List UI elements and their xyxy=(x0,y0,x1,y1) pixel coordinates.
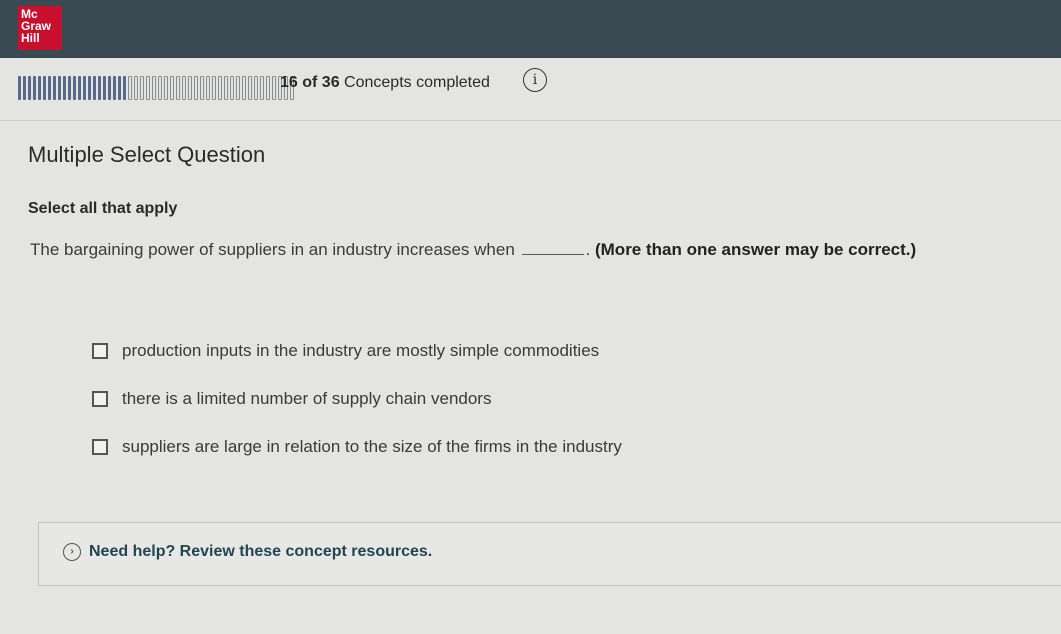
prompt-text: The bargaining power of suppliers in an … xyxy=(30,240,515,259)
progress-segment xyxy=(108,76,111,100)
option-checkbox[interactable] xyxy=(92,439,108,455)
progress-segment xyxy=(93,76,96,100)
mcgraw-hill-logo: Mc Graw Hill xyxy=(18,6,62,50)
progress-segment xyxy=(218,76,222,100)
option-checkbox[interactable] xyxy=(92,343,108,359)
progress-segment xyxy=(224,76,228,100)
progress-segment xyxy=(272,76,276,100)
progress-segment xyxy=(212,76,216,100)
progress-row: 16 of 36 Concepts completed i xyxy=(0,58,1061,121)
progress-segment xyxy=(230,76,234,100)
answer-option[interactable]: suppliers are large in relation to the s… xyxy=(92,437,622,457)
progress-segment xyxy=(128,76,132,100)
progress-segment xyxy=(98,76,101,100)
progress-segment xyxy=(254,76,258,100)
progress-segment xyxy=(248,76,252,100)
progress-segment xyxy=(38,76,41,100)
chevron-right-circle-icon: › xyxy=(63,543,81,561)
progress-segment xyxy=(83,76,86,100)
progress-segment xyxy=(260,76,264,100)
prompt-end: . xyxy=(585,240,591,259)
progress-segment xyxy=(78,76,81,100)
progress-segment xyxy=(140,76,144,100)
progress-segment xyxy=(28,76,31,100)
progress-segment xyxy=(158,76,162,100)
progress-segment xyxy=(118,76,121,100)
progress-suffix: Concepts completed xyxy=(344,74,490,91)
help-link[interactable]: › Need help? Review these concept resour… xyxy=(63,543,432,561)
progress-segment xyxy=(200,76,204,100)
progress-segment xyxy=(58,76,61,100)
progress-segment xyxy=(206,76,210,100)
answer-option[interactable]: production inputs in the industry are mo… xyxy=(92,341,599,361)
progress-segment xyxy=(188,76,192,100)
progress-segment xyxy=(242,76,246,100)
progress-segment xyxy=(103,76,106,100)
question-type-title: Multiple Select Question xyxy=(28,142,266,167)
help-panel: › Need help? Review these concept resour… xyxy=(38,522,1061,586)
logo-line: Hill xyxy=(21,31,40,45)
info-icon[interactable]: i xyxy=(523,68,547,92)
progress-segment xyxy=(43,76,46,100)
option-label[interactable]: production inputs in the industry are mo… xyxy=(122,341,599,361)
progress-segment xyxy=(194,76,198,100)
progress-text: 16 of 36 Concepts completed xyxy=(280,74,490,92)
progress-segment xyxy=(146,76,150,100)
progress-segment xyxy=(33,76,36,100)
top-bar: Mc Graw Hill xyxy=(0,0,1061,58)
prompt-note: (More than one answer may be correct.) xyxy=(594,240,917,259)
progress-segment xyxy=(236,76,240,100)
answer-blank xyxy=(521,254,584,255)
progress-segment xyxy=(18,76,21,100)
progress-segment xyxy=(266,76,270,100)
progress-segment xyxy=(23,76,26,100)
progress-segment xyxy=(63,76,66,100)
option-checkbox[interactable] xyxy=(92,391,108,407)
question-instruction: Select all that apply xyxy=(28,200,178,217)
progress-segment xyxy=(182,76,186,100)
progress-segment xyxy=(176,76,180,100)
progress-bar xyxy=(18,76,294,100)
progress-segment xyxy=(88,76,91,100)
progress-segment xyxy=(123,76,126,100)
progress-segment xyxy=(134,76,138,100)
progress-segment xyxy=(48,76,51,100)
answer-option[interactable]: there is a limited number of supply chai… xyxy=(92,389,491,409)
option-label[interactable]: suppliers are large in relation to the s… xyxy=(122,437,622,457)
progress-count: 16 of 36 xyxy=(280,74,340,91)
progress-segment xyxy=(152,76,156,100)
progress-segment xyxy=(170,76,174,100)
progress-segment xyxy=(113,76,116,100)
progress-segment xyxy=(73,76,76,100)
help-label[interactable]: Need help? Review these concept resource… xyxy=(89,543,432,561)
progress-segment xyxy=(53,76,56,100)
question-prompt: The bargaining power of suppliers in an … xyxy=(30,240,916,260)
progress-segment xyxy=(164,76,168,100)
option-label[interactable]: there is a limited number of supply chai… xyxy=(122,389,491,409)
progress-segment xyxy=(68,76,71,100)
